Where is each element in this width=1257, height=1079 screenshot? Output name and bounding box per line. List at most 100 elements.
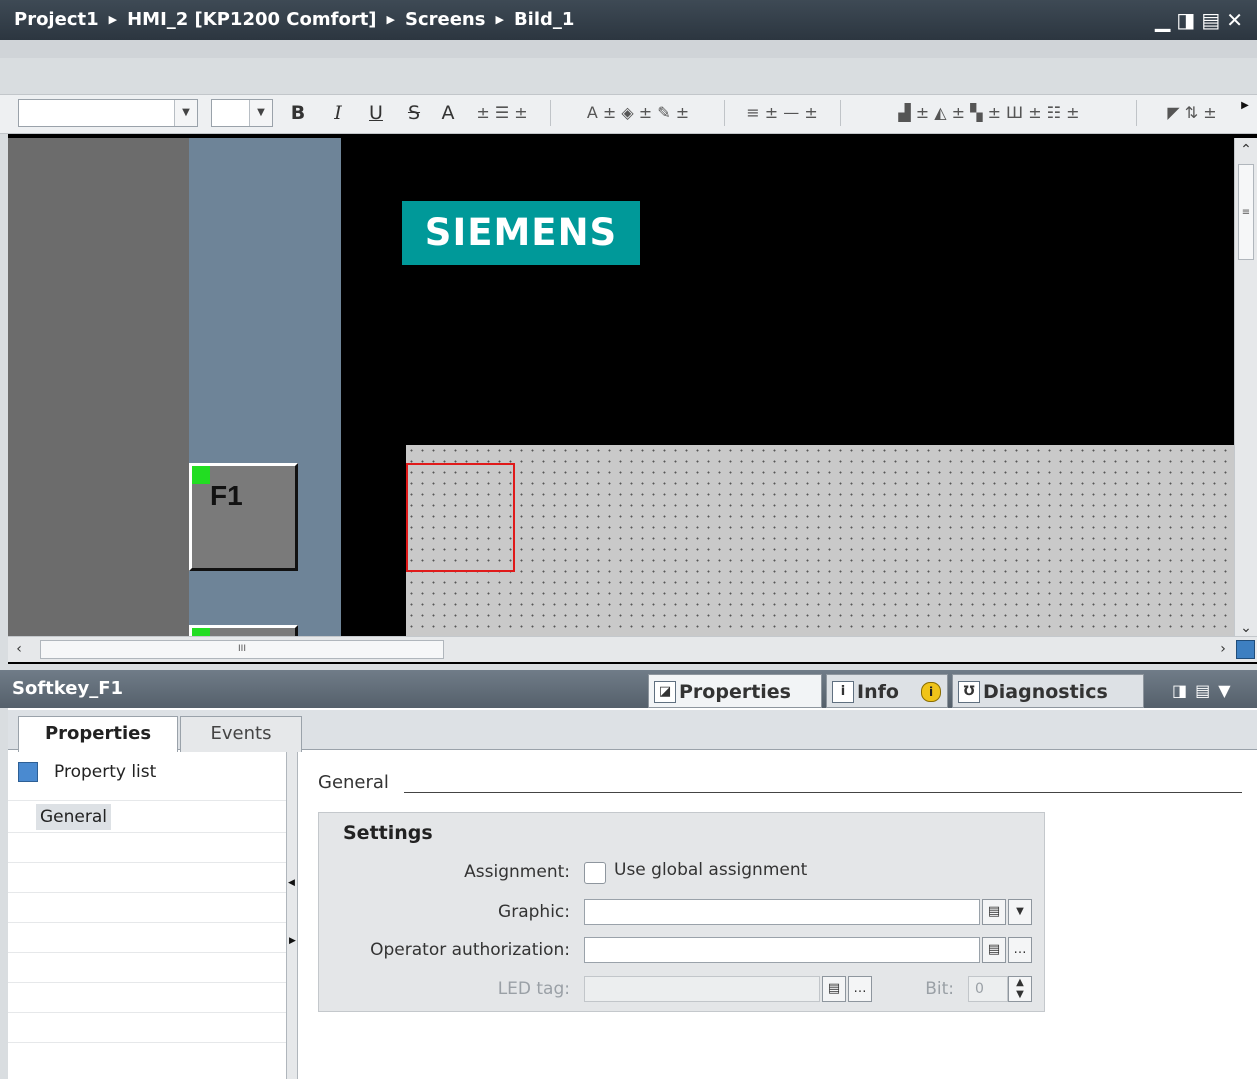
nav-divider bbox=[8, 1012, 286, 1013]
device-frame-left bbox=[8, 138, 189, 636]
tab-properties[interactable]: ◪ Properties bbox=[648, 674, 822, 708]
property-nav-pane bbox=[8, 752, 286, 1079]
siemens-logo: SIEMENS bbox=[402, 201, 640, 265]
underline-button[interactable]: U bbox=[364, 99, 388, 127]
expand-right-icon[interactable]: ▶ bbox=[289, 936, 296, 946]
nav-divider bbox=[8, 832, 286, 833]
close-icon[interactable]: ✕ bbox=[1226, 8, 1249, 32]
toolbar-divider bbox=[1136, 100, 1137, 126]
font-family-combo[interactable]: ▼ bbox=[18, 99, 198, 127]
bit-label: Bit: bbox=[925, 979, 954, 999]
nav-divider bbox=[8, 922, 286, 923]
breadcrumb-arrow-icon: ▶ bbox=[495, 13, 504, 26]
breadcrumb-device[interactable]: HMI_2 [KP1200 Comfort] bbox=[127, 9, 376, 30]
window-controls: ▁◨▤✕ bbox=[1155, 0, 1249, 40]
scroll-right-icon[interactable]: › bbox=[1212, 637, 1234, 661]
diagnostics-icon: ℧ bbox=[958, 681, 980, 703]
led-indicator bbox=[192, 466, 210, 484]
align-distribute-icon[interactable]: ▟ ± ◭ ± ▚ ± Ш ± ☷ ± bbox=[848, 99, 1130, 127]
chevron-down-icon[interactable]: ▼ bbox=[249, 100, 272, 126]
led-indicator bbox=[192, 628, 210, 636]
breadcrumb-arrow-icon: ▶ bbox=[108, 13, 118, 26]
toolbar-divider bbox=[550, 100, 551, 126]
browse-button[interactable]: … bbox=[1008, 937, 1032, 963]
nav-divider bbox=[8, 1042, 286, 1043]
font-size-increase-button[interactable]: A bbox=[436, 99, 460, 127]
tab-properties-label: Properties bbox=[679, 681, 791, 703]
minimize-icon[interactable]: ▁ bbox=[1155, 8, 1176, 32]
section-rule bbox=[404, 792, 1242, 793]
tab-diagnostics-label: Diagnostics bbox=[983, 681, 1108, 703]
breadcrumb-screen[interactable]: Bild_1 bbox=[514, 9, 574, 30]
spinner-icon[interactable]: ▲ ▼ bbox=[1008, 976, 1032, 1002]
use-global-assignment-label: Use global assignment bbox=[614, 860, 808, 880]
operator-authorization-label: Operator authorization: bbox=[370, 940, 570, 960]
toolbar-divider bbox=[724, 100, 725, 126]
use-global-assignment-checkbox[interactable] bbox=[584, 862, 606, 884]
nav-divider bbox=[8, 952, 286, 953]
text-align-icon[interactable]: ± ☰ ± bbox=[462, 99, 542, 127]
softkey-f1[interactable]: F1 bbox=[189, 463, 298, 571]
graphic-field[interactable] bbox=[584, 899, 980, 925]
list-icon[interactable]: ▤ bbox=[822, 976, 846, 1002]
list-icon[interactable]: ▤ bbox=[982, 937, 1006, 963]
list-icon[interactable]: ▤ bbox=[982, 899, 1006, 925]
vertical-scrollbar[interactable]: ⌃ ≡ ⌄ bbox=[1234, 138, 1257, 636]
softkey-f2[interactable] bbox=[189, 625, 298, 636]
tab-info[interactable]: i Info i bbox=[826, 674, 948, 708]
settings-title: Settings bbox=[343, 822, 433, 844]
zoom-overview-icon[interactable] bbox=[1236, 640, 1255, 659]
chevron-down-icon[interactable]: ▼ bbox=[174, 100, 197, 126]
led-tag-field[interactable] bbox=[584, 976, 820, 1002]
section-title: General bbox=[318, 772, 389, 793]
breadcrumb: Project1 ▶ HMI_2 [KP1200 Comfort] ▶ Screens ▶… bbox=[0, 0, 1257, 40]
inspector-window-controls: ◨▤▼ bbox=[1172, 674, 1252, 708]
layout-icon[interactable]: ▤ bbox=[1195, 681, 1218, 700]
nav-divider bbox=[8, 862, 286, 863]
float-icon[interactable]: ◨ bbox=[1176, 8, 1201, 32]
strikethrough-button[interactable]: S bbox=[402, 99, 426, 127]
format-painter-icon[interactable]: ◤ ⇅ ± bbox=[1142, 99, 1242, 127]
info-warning-icon: i bbox=[921, 682, 941, 702]
collapse-left-icon[interactable]: ◀ bbox=[288, 878, 295, 888]
toolbar-overflow-icon[interactable]: ▶ bbox=[1238, 92, 1252, 120]
chevron-down-icon[interactable]: ▼ bbox=[1218, 681, 1238, 700]
bit-field[interactable]: 0 bbox=[968, 976, 1008, 1002]
property-list-icon bbox=[18, 762, 38, 782]
scroll-down-icon[interactable]: ⌄ bbox=[1235, 616, 1257, 636]
color-tools-icon[interactable]: A ± ◈ ± ✎ ± bbox=[558, 99, 718, 127]
horizontal-scrollbar[interactable]: ‹ III › bbox=[8, 636, 1257, 662]
tab-info-label: Info bbox=[857, 681, 899, 703]
info-icon: i bbox=[832, 681, 854, 703]
browse-button[interactable]: … bbox=[848, 976, 872, 1002]
scroll-left-icon[interactable]: ‹ bbox=[8, 637, 30, 661]
scroll-up-icon[interactable]: ⌃ bbox=[1235, 138, 1257, 158]
float-icon[interactable]: ◨ bbox=[1172, 681, 1195, 700]
nav-item-general[interactable]: General bbox=[36, 804, 111, 830]
breadcrumb-arrow-icon: ▶ bbox=[386, 13, 395, 26]
line-style-icon[interactable]: ≡ ± — ± bbox=[732, 99, 832, 127]
chevron-down-icon[interactable]: ▼ bbox=[1008, 899, 1032, 925]
properties-icon: ◪ bbox=[654, 681, 676, 703]
scrollbar-thumb[interactable]: ≡ bbox=[1238, 164, 1254, 260]
maximize-icon[interactable]: ▤ bbox=[1201, 8, 1226, 32]
selection-rectangle[interactable] bbox=[406, 463, 515, 572]
pane-splitter[interactable]: ◀ ▶ bbox=[286, 752, 298, 1079]
operator-authorization-field[interactable] bbox=[584, 937, 980, 963]
assignment-label: Assignment: bbox=[464, 862, 570, 882]
tab-diagnostics[interactable]: ℧ Diagnostics bbox=[952, 674, 1144, 708]
nav-divider bbox=[8, 982, 286, 983]
property-list-link[interactable]: Property list bbox=[54, 762, 156, 782]
breadcrumb-screens[interactable]: Screens bbox=[405, 9, 485, 30]
dot-grid-canvas[interactable] bbox=[406, 445, 1234, 636]
breadcrumb-project[interactable]: Project1 bbox=[14, 9, 99, 30]
inspector-object-name: Softkey_F1 bbox=[12, 678, 124, 699]
nav-divider bbox=[8, 800, 286, 801]
italic-button[interactable]: I bbox=[326, 99, 350, 127]
subtab-events[interactable]: Events bbox=[180, 716, 302, 752]
scrollbar-thumb[interactable]: III bbox=[40, 640, 444, 659]
nav-divider bbox=[8, 892, 286, 893]
subtab-properties[interactable]: Properties bbox=[18, 716, 178, 752]
bold-button[interactable]: B bbox=[286, 99, 310, 127]
font-size-combo[interactable]: ▼ bbox=[211, 99, 273, 127]
